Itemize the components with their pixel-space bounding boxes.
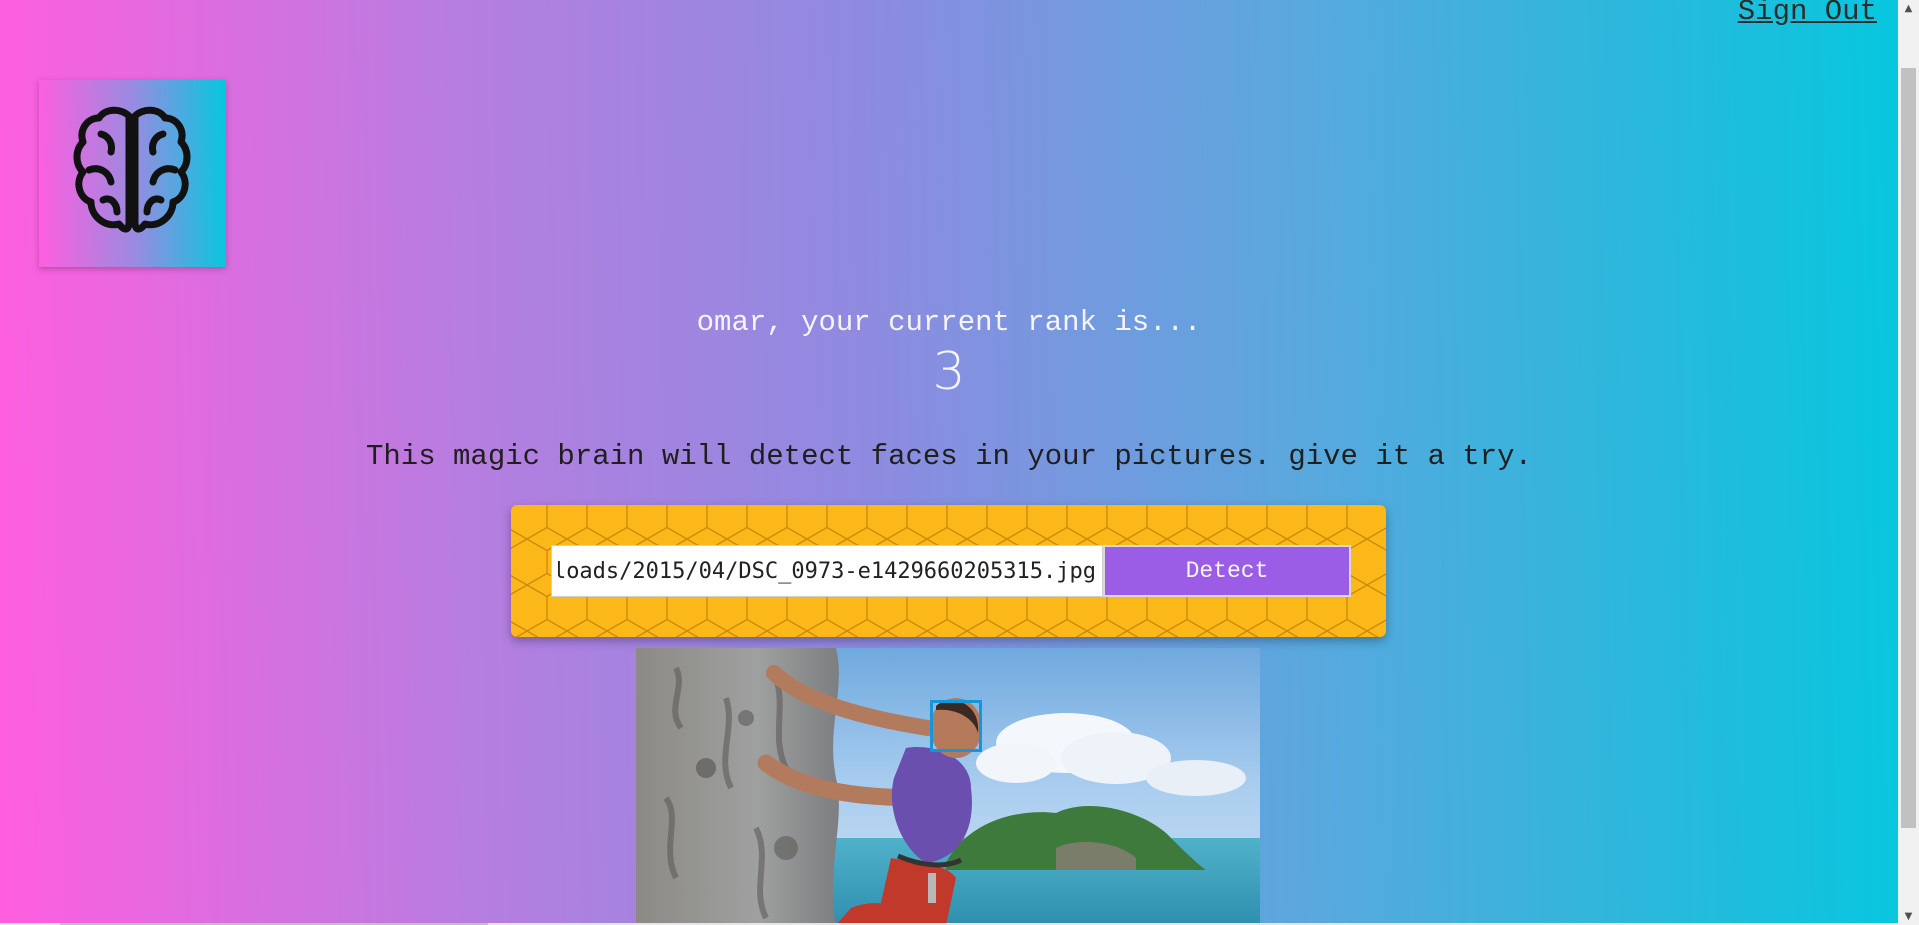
vertical-scrollbar[interactable]: ▲ ▼ <box>1898 0 1919 925</box>
rank-value: 3 <box>932 342 966 402</box>
scroll-up-icon[interactable]: ▲ <box>1898 0 1919 17</box>
brain-icon <box>73 106 191 233</box>
sign-out-link[interactable]: Sign Out <box>1738 0 1877 28</box>
image-url-input[interactable] <box>551 545 1103 597</box>
scroll-down-icon[interactable]: ▼ <box>1898 908 1919 925</box>
detect-button[interactable]: Detect <box>1103 545 1351 597</box>
logo[interactable] <box>39 80 226 267</box>
image-link-form: Detect <box>511 505 1386 637</box>
scrollbar-thumb[interactable] <box>1901 68 1916 828</box>
rank-message: omar, your current rank is... <box>696 306 1202 339</box>
description-text: This magic brain will detect faces in yo… <box>366 440 1532 473</box>
face-bounding-box <box>930 700 982 752</box>
face-detection-image <box>636 648 1260 925</box>
